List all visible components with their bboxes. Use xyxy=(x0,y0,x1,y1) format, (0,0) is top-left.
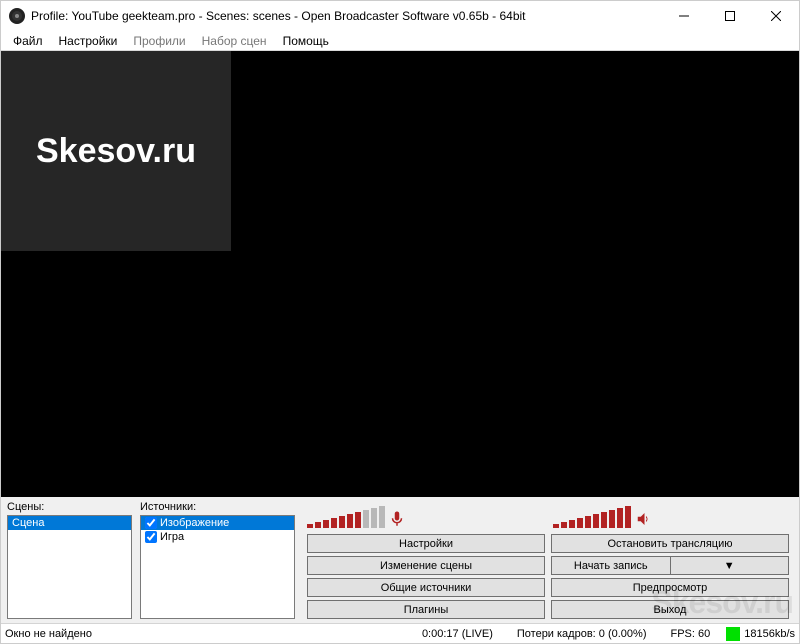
source-name: Изображение xyxy=(160,517,229,529)
status-fps: FPS: 60 xyxy=(658,628,722,640)
menu-scene-sets[interactable]: Набор сцен xyxy=(194,32,275,50)
button-grid: Настройки Остановить трансляцию Изменени… xyxy=(303,534,793,619)
preview-overlay: Skesov.ru xyxy=(1,51,231,251)
stop-stream-button[interactable]: Остановить трансляцию xyxy=(551,534,789,553)
status-bar: Окно не найдено 0:00:17 (LIVE) Потери ка… xyxy=(1,623,799,643)
status-bitrate: 18156kb/s xyxy=(744,628,795,640)
mic-icon[interactable] xyxy=(387,510,407,528)
settings-button[interactable]: Настройки xyxy=(307,534,545,553)
title-bar: Profile: YouTube geekteam.pro - Scenes: … xyxy=(1,1,799,31)
maximize-button[interactable] xyxy=(707,1,753,31)
speaker-icon[interactable] xyxy=(633,510,653,528)
window-title: Profile: YouTube geekteam.pro - Scenes: … xyxy=(31,9,661,23)
source-checkbox[interactable] xyxy=(145,517,157,529)
sources-listbox[interactable]: Изображение Игра xyxy=(140,515,295,619)
start-record-button[interactable]: Начать запись xyxy=(551,556,671,575)
edit-scene-button[interactable]: Изменение сцены xyxy=(307,556,545,575)
scenes-panel: Сцены: Сцена xyxy=(7,501,132,619)
overlay-text: Skesov.ru xyxy=(36,132,196,171)
exit-button[interactable]: Выход xyxy=(551,600,789,619)
source-checkbox[interactable] xyxy=(145,531,157,543)
scenes-listbox[interactable]: Сцена xyxy=(7,515,132,619)
mic-meter xyxy=(307,506,543,528)
minimize-button[interactable] xyxy=(661,1,707,31)
menu-profiles[interactable]: Профили xyxy=(125,32,193,50)
scenes-label: Сцены: xyxy=(7,501,132,513)
status-left: Окно не найдено xyxy=(5,628,410,640)
menu-help[interactable]: Помощь xyxy=(275,32,337,50)
sources-label: Источники: xyxy=(140,501,295,513)
app-icon xyxy=(9,8,25,24)
menu-settings[interactable]: Настройки xyxy=(51,32,126,50)
preview-area: Skesov.ru xyxy=(1,51,799,497)
sources-panel: Источники: Изображение Игра xyxy=(140,501,295,619)
status-drops: Потери кадров: 0 (0.00%) xyxy=(505,628,659,640)
record-dropdown-button[interactable]: ▼ xyxy=(671,556,790,575)
list-item[interactable]: Изображение xyxy=(141,516,294,530)
preview-button[interactable]: Предпросмотр xyxy=(551,578,789,597)
list-item[interactable]: Игра xyxy=(141,530,294,544)
lower-panel: Сцены: Сцена Источники: Изображение Игра xyxy=(1,497,799,623)
controls-panel: Настройки Остановить трансляцию Изменени… xyxy=(303,501,793,619)
plugins-button[interactable]: Плагины xyxy=(307,600,545,619)
close-button[interactable] xyxy=(753,1,799,31)
status-time: 0:00:17 (LIVE) xyxy=(410,628,505,640)
desktop-meter xyxy=(553,506,789,528)
menu-file[interactable]: Файл xyxy=(5,32,51,50)
source-name: Игра xyxy=(160,531,184,543)
scene-name: Сцена xyxy=(12,517,44,529)
list-item[interactable]: Сцена xyxy=(8,516,131,530)
audio-meters xyxy=(303,501,793,528)
status-indicator xyxy=(726,627,740,641)
menu-bar: Файл Настройки Профили Набор сцен Помощь xyxy=(1,31,799,51)
global-sources-button[interactable]: Общие источники xyxy=(307,578,545,597)
